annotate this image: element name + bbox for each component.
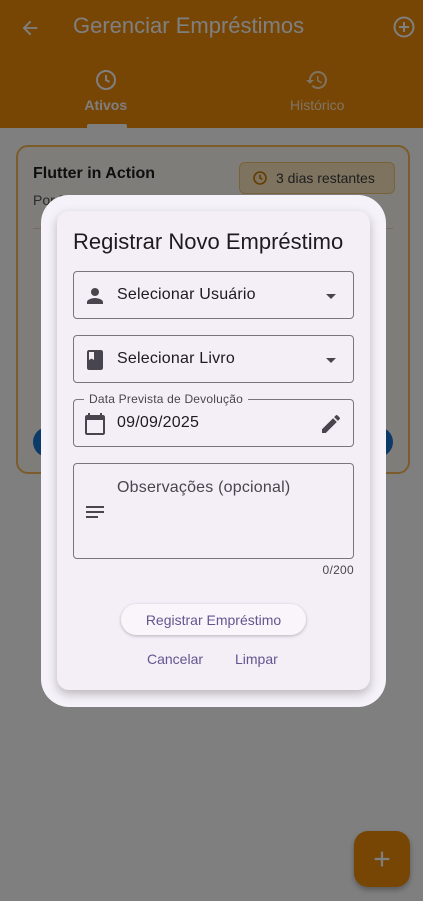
return-date-value: 09/09/2025 — [117, 414, 200, 431]
select-book-placeholder: Selecionar Livro — [117, 350, 235, 367]
return-date-field[interactable]: Data Prevista de Devolução 09/09/2025 — [73, 392, 354, 447]
notes-placeholder: Observações (opcional) — [117, 479, 291, 496]
book-icon — [87, 350, 103, 370]
return-date-label: Data Prevista de Devolução — [84, 392, 248, 406]
person-icon — [87, 288, 103, 304]
dropdown-arrow-icon — [326, 358, 336, 363]
select-user-placeholder: Selecionar Usuário — [117, 286, 256, 303]
notes-char-counter: 0/200 — [322, 563, 354, 577]
edit-pencil-icon[interactable] — [319, 412, 343, 436]
select-user-dropdown[interactable]: Selecionar Usuário — [73, 271, 354, 319]
notes-textarea[interactable]: Observações (opcional) — [73, 463, 354, 559]
register-loan-button[interactable]: Registrar Empréstimo — [121, 604, 306, 635]
dialog-title: Registrar Novo Empréstimo — [73, 229, 344, 254]
clear-button[interactable]: Limpar — [235, 651, 278, 667]
notes-icon — [86, 506, 104, 518]
dropdown-arrow-icon — [326, 294, 336, 299]
select-book-dropdown[interactable]: Selecionar Livro — [73, 335, 354, 383]
calendar-icon — [85, 413, 105, 435]
cancel-button[interactable]: Cancelar — [147, 651, 203, 667]
new-loan-dialog: Registrar Novo Empréstimo Selecionar Usu… — [57, 211, 370, 690]
